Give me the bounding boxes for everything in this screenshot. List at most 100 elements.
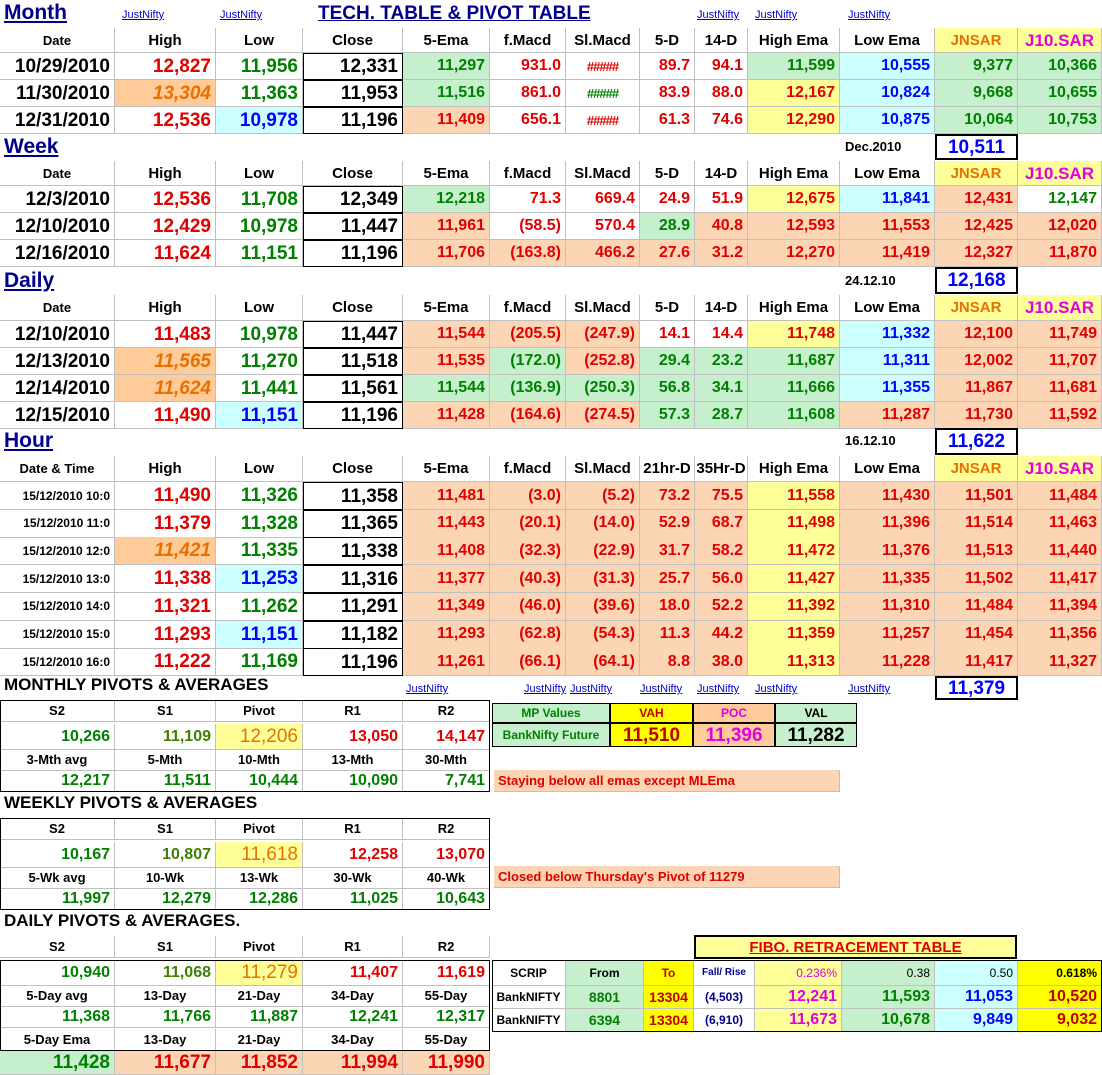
hour-row-5-col-10: 11,257 <box>840 620 935 649</box>
daily-row-2-col-3: 11,561 <box>303 375 403 402</box>
weekly_pivots-avg-header-4: 40-Wk <box>403 867 490 889</box>
hour-row-1-col-3: 11,365 <box>303 509 403 538</box>
hour-row-1-col-7: 52.9 <box>640 509 695 538</box>
month-header-close: Close <box>303 28 403 53</box>
hour-row-1-col-1: 11,379 <box>115 509 216 538</box>
month-row-2-col-11: 10,064 <box>935 107 1018 134</box>
fibo-row-1-col-5: 10,678 <box>842 1009 935 1032</box>
week-row-2-col-4: 11,706 <box>403 240 490 267</box>
week-header-hiema: High Ema <box>748 161 840 186</box>
monthly_pivots-avg-header-3: 13-Mth <box>303 749 403 771</box>
daily-row-0-col-8: 14.4 <box>695 321 748 348</box>
fibo-header-1: From <box>566 960 644 986</box>
daily-row-1-col-0: 12/13/2010 <box>0 348 115 375</box>
monthly_pivots-header-2: Pivot <box>216 700 303 722</box>
hour-row-4-col-4: 11,349 <box>403 592 490 621</box>
hour-header-low: Low <box>216 456 303 482</box>
week-row-0-col-9: 12,675 <box>748 186 840 213</box>
monthly_pivots-header-0: S2 <box>0 700 115 722</box>
hour-row-1-col-8: 68.7 <box>695 509 748 538</box>
daily-row-1-col-7: 29.4 <box>640 348 695 375</box>
weekly_pivots-value-3: 12,258 <box>303 842 403 868</box>
daily-header-fmacd: f.Macd <box>490 295 566 321</box>
hour-row-2-col-10: 11,376 <box>840 537 935 566</box>
week-row-1-col-9: 12,593 <box>748 213 840 240</box>
week-row-0-col-5: 71.3 <box>490 186 566 213</box>
fibo-row-0-col-2: 13304 <box>644 986 694 1009</box>
daily-row-1-col-5: (172.0) <box>490 348 566 375</box>
hour-header-ema5: 5-Ema <box>403 456 490 482</box>
daily-row-1-col-1: 11,565 <box>115 348 216 375</box>
week-row-0-col-6: 669.4 <box>566 186 640 213</box>
fibo-row-0-col-3: (4,503) <box>694 986 755 1009</box>
mp-vah-value: 11,510 <box>610 723 693 747</box>
daily_pivots-avg-header-2: 21-Day <box>216 985 303 1007</box>
hour-header-slmacd: Sl.Macd <box>566 456 640 482</box>
daily-row-2-col-7: 56.8 <box>640 375 695 402</box>
month-row-1-col-10: 10,824 <box>840 80 935 107</box>
fibo-row-1-col-6: 9,849 <box>935 1009 1018 1032</box>
daily-ema-header-0: 5-Day Ema <box>0 1029 115 1051</box>
justnifty-link-mid-2[interactable]: JustNifty <box>570 684 640 698</box>
daily-row-3-col-9: 11,608 <box>748 402 840 429</box>
hour-row-1-col-2: 11,328 <box>216 509 303 538</box>
hour-row-6-col-10: 11,228 <box>840 648 935 677</box>
month-row-0-col-11: 9,377 <box>935 53 1018 80</box>
daily-row-3-col-6: (274.5) <box>566 402 640 429</box>
week-row-2-col-2: 11,151 <box>216 240 303 267</box>
hour-title: Hour <box>4 430 53 452</box>
daily-row-0-col-2: 10,978 <box>216 321 303 348</box>
hour-row-2-col-3: 11,338 <box>303 537 403 566</box>
daily-ema-value-3: 11,994 <box>303 1051 403 1075</box>
justnifty-link-mid-6[interactable]: JustNifty <box>848 684 918 698</box>
week-header-fmacd: f.Macd <box>490 161 566 186</box>
daily-row-0-col-0: 12/10/2010 <box>0 321 115 348</box>
daily-row-0-col-10: 11,332 <box>840 321 935 348</box>
fibo-row-1-col-3: (6,910) <box>694 1009 755 1032</box>
hour-row-0-col-8: 75.5 <box>695 482 748 510</box>
week-row-1-col-5: (58.5) <box>490 213 566 240</box>
daily_pivots-avg-value-1: 11,766 <box>115 1006 216 1028</box>
daily_pivots-header-4: R2 <box>403 936 490 958</box>
hour-row-3-col-9: 11,427 <box>748 565 840 594</box>
week-row-2-col-1: 11,624 <box>115 240 216 267</box>
hour-row-0-col-11: 11,501 <box>935 482 1018 510</box>
justnifty-link-top-4[interactable]: JustNifty <box>848 10 918 24</box>
justnifty-link-top-0[interactable]: JustNifty <box>122 10 192 24</box>
daily-row-1-col-2: 11,270 <box>216 348 303 375</box>
hour-row-2-col-7: 31.7 <box>640 537 695 566</box>
justnifty-link-top-3[interactable]: JustNifty <box>755 10 825 24</box>
week-row-2-col-10: 11,419 <box>840 240 935 267</box>
daily-row-2-col-2: 11,441 <box>216 375 303 402</box>
hour-row-3-col-11: 11,502 <box>935 565 1018 594</box>
hour-row-1-col-11: 11,514 <box>935 509 1018 538</box>
hour-row-5-col-4: 11,293 <box>403 620 490 649</box>
week-row-1-col-4: 11,961 <box>403 213 490 240</box>
month-row-1-col-0: 11/30/2010 <box>0 80 115 107</box>
week-period-value: 10,511 <box>935 134 1018 160</box>
daily-header-high: High <box>115 295 216 321</box>
hour-row-5-col-6: (54.3) <box>566 620 640 649</box>
fibo-row-0-col-5: 11,593 <box>842 986 935 1009</box>
daily-row-3-col-3: 11,196 <box>303 402 403 429</box>
week-period-label: Dec.2010 <box>845 140 902 154</box>
month-row-1-col-7: 83.9 <box>640 80 695 107</box>
hour-row-0-col-12: 11,484 <box>1018 482 1102 510</box>
daily-row-0-col-4: 11,544 <box>403 321 490 348</box>
mp-val-label: VAL <box>775 703 857 723</box>
hour-row-4-col-0: 15/12/2010 14:0 <box>0 592 115 621</box>
justnifty-link-mid-0[interactable]: JustNifty <box>406 684 476 698</box>
week-header-loema: Low Ema <box>840 161 935 186</box>
page-title: TECH. TABLE & PIVOT TABLE <box>318 4 591 24</box>
justnifty-link-mid-5[interactable]: JustNifty <box>755 684 825 698</box>
monthly_pivots-avg-value-2: 10,444 <box>216 770 303 792</box>
daily_pivots-avg-value-0: 11,368 <box>0 1006 115 1028</box>
hour-bottom-value: 11,379 <box>935 676 1018 700</box>
month-row-1-col-5: 861.0 <box>490 80 566 107</box>
month-row-0-col-1: 12,827 <box>115 53 216 80</box>
monthly_pivots-header-1: S1 <box>115 700 216 722</box>
month-row-0-col-2: 11,956 <box>216 53 303 80</box>
justnifty-link-top-1[interactable]: JustNifty <box>220 10 290 24</box>
week-row-1-col-0: 12/10/2010 <box>0 213 115 240</box>
week-row-2-col-6: 466.2 <box>566 240 640 267</box>
